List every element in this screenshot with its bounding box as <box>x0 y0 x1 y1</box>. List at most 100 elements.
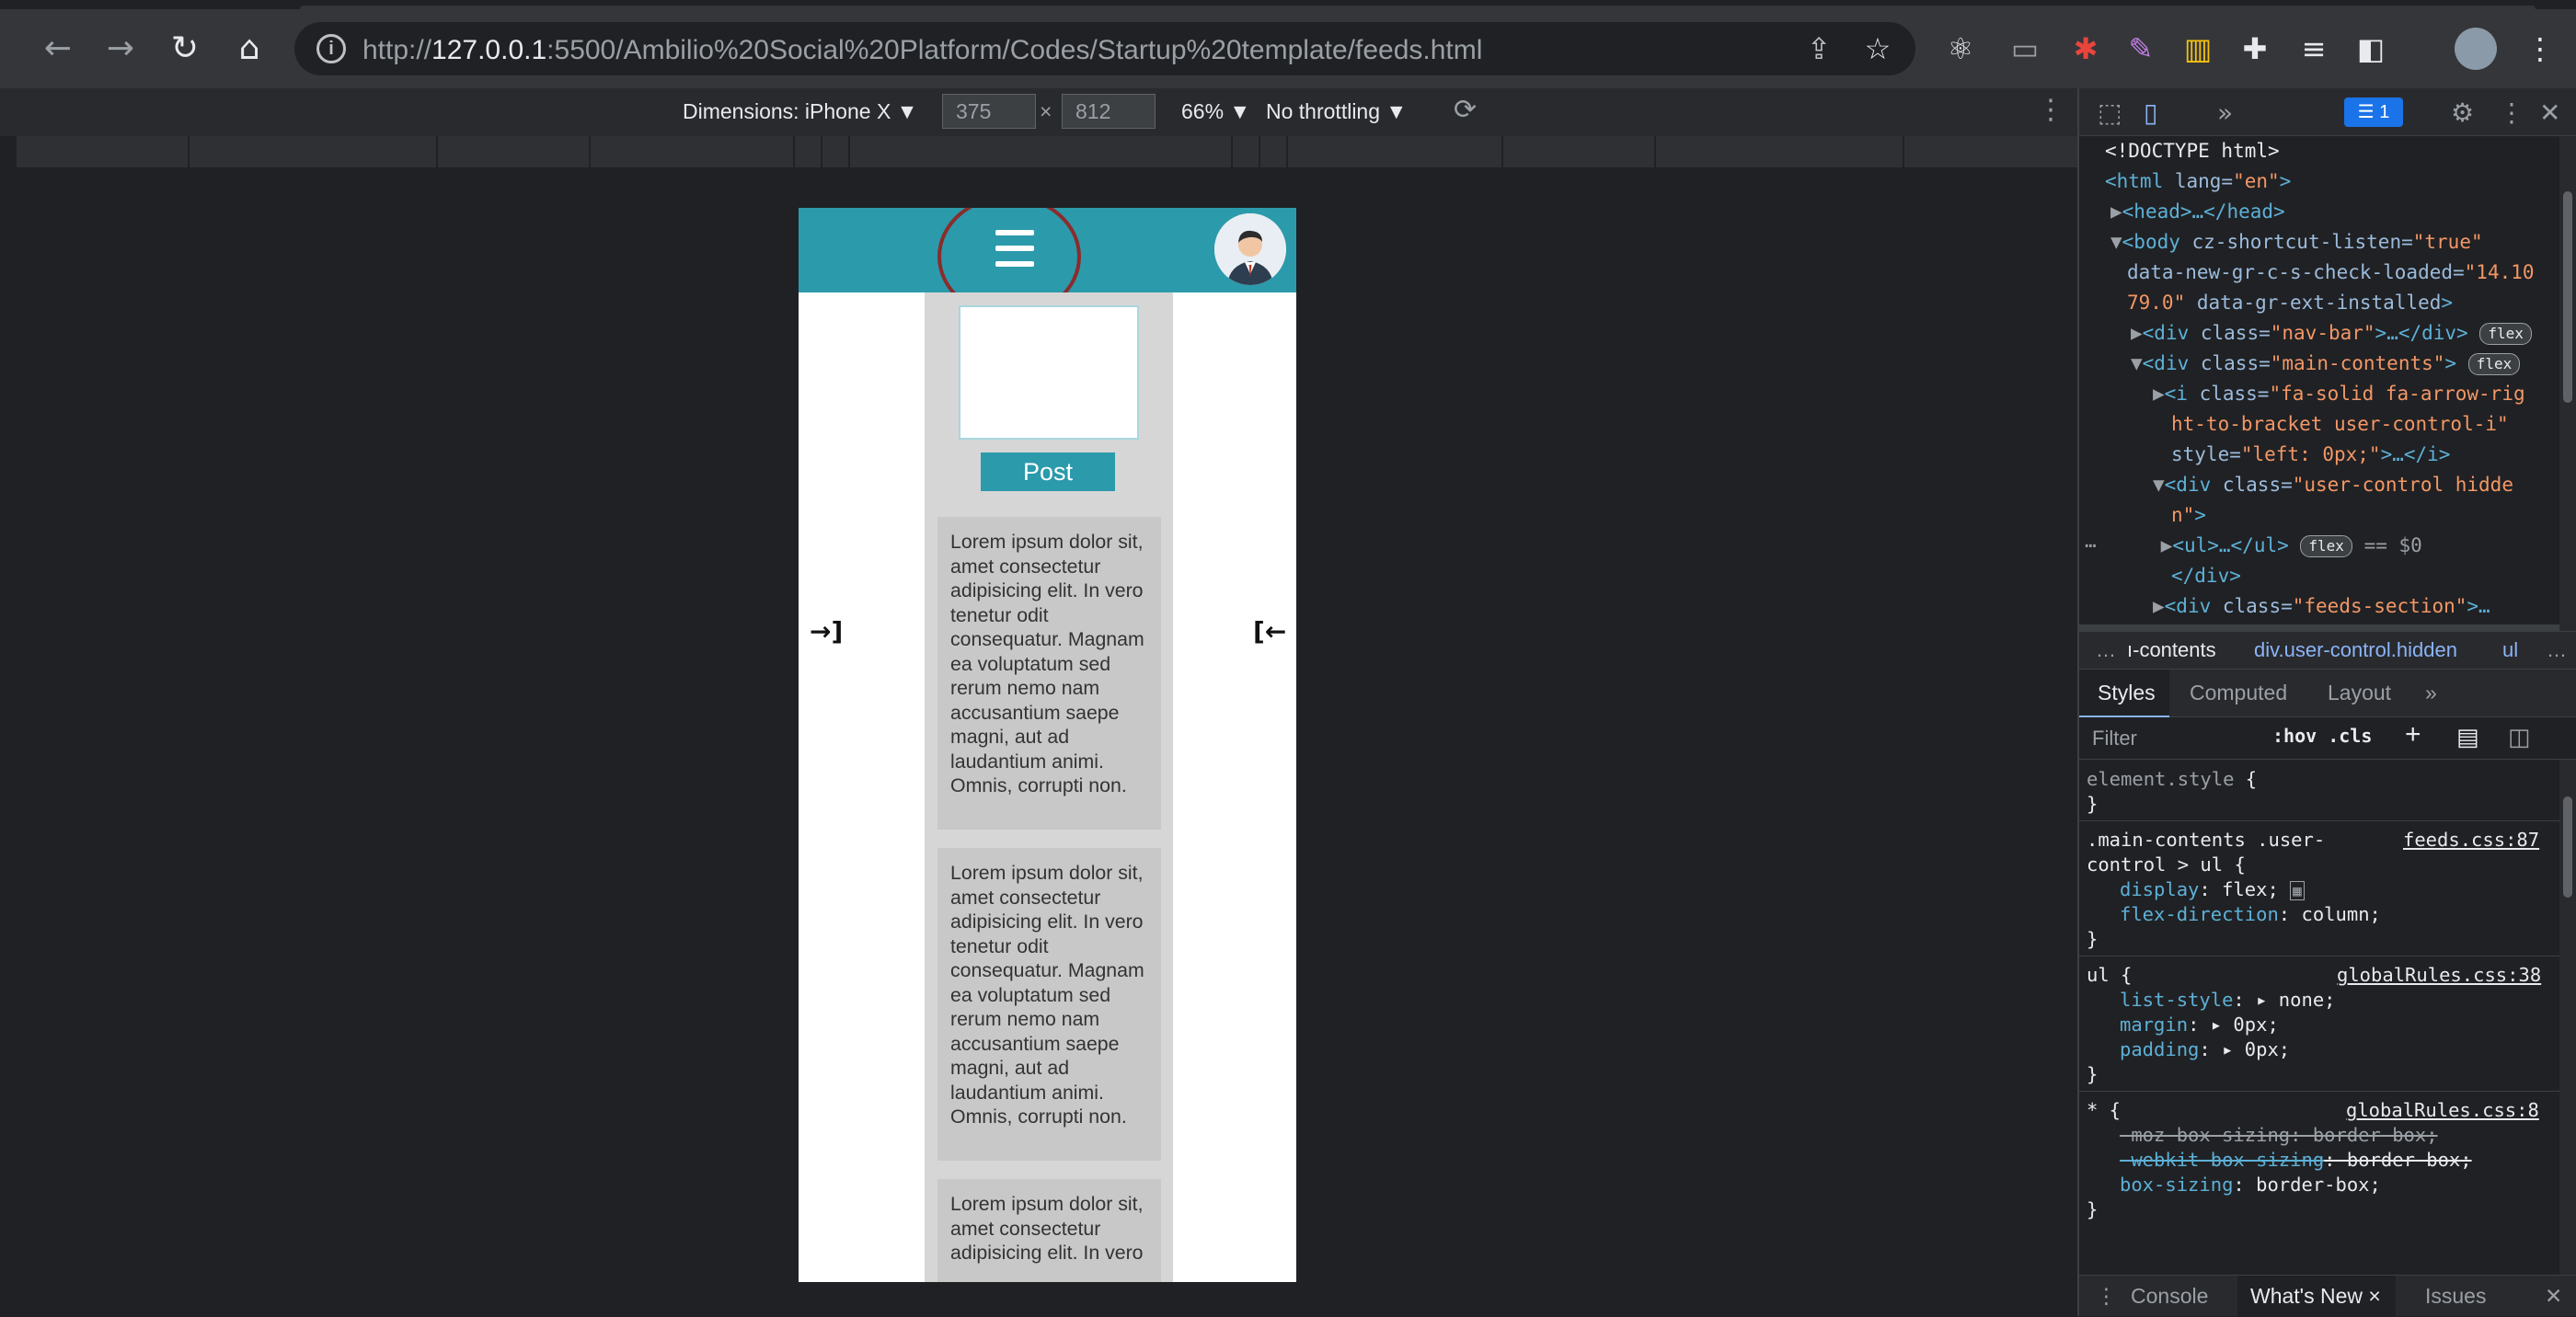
elements-dom-tree[interactable]: <!DOCTYPE html> <html lang="en"> ▶<head>… <box>2079 136 2559 631</box>
css-declaration[interactable]: display: flex; ▦ <box>2120 877 2305 903</box>
rule-source-link[interactable]: feeds.css:87 <box>2403 828 2539 853</box>
device-toolbar-menu-icon[interactable]: ⋮ <box>2037 94 2064 126</box>
arrow-right-to-bracket-icon[interactable]: →] <box>810 616 843 647</box>
dom-line[interactable]: </div> <box>2171 561 2241 591</box>
dom-line[interactable]: ▶<div class="feeds-section">… <box>2153 591 2490 622</box>
dom-line[interactable]: ht-to-bracket user-control-i" <box>2171 409 2509 440</box>
tab-styles[interactable]: Styles <box>2079 670 2169 717</box>
breadcrumb-more[interactable]: … <box>2547 632 2567 669</box>
share-icon[interactable]: ⇪ <box>1800 29 1838 68</box>
reload-icon[interactable]: ↻ <box>162 26 208 72</box>
drawer-menu-icon[interactable]: ⋮ <box>2096 1276 2117 1317</box>
url-text[interactable]: http://127.0.0.1:5500/Ambilio%20Social%2… <box>362 35 1482 66</box>
rule-selector[interactable]: control > ul { <box>2087 853 2246 877</box>
more-tabs-icon[interactable]: » <box>2217 97 2233 128</box>
toggle-sidebar-icon[interactable]: ◫ <box>2508 723 2531 751</box>
css-declaration[interactable]: box-sizing: border-box; <box>2120 1173 2381 1197</box>
device-width-input[interactable]: 375 <box>942 94 1036 129</box>
breadcrumb-item[interactable]: div.user-control.hidden <box>2254 632 2457 669</box>
address-bar[interactable]: i http://127.0.0.1:5500/Ambilio%20Social… <box>294 22 1915 75</box>
dom-line[interactable]: data-new-gr-c-s-check-loaded="14.10 <box>2127 258 2535 288</box>
chart-extension-icon[interactable]: ▥ <box>2179 29 2217 68</box>
side-panel-icon[interactable]: ◧ <box>2352 29 2390 68</box>
breadcrumb-item[interactable]: ul <box>2502 632 2518 669</box>
hov-cls-toggles[interactable]: :hov .cls <box>2272 725 2372 747</box>
device-height-input[interactable]: 812 <box>1062 94 1156 129</box>
post-compose-textarea[interactable] <box>959 305 1139 440</box>
dom-line[interactable]: ▶<div class="nav-bar">…</div> flex <box>2131 318 2532 349</box>
new-style-rule-icon[interactable]: + <box>2405 719 2421 750</box>
forward-icon[interactable]: → <box>98 26 144 72</box>
tab-issues[interactable]: Issues <box>2425 1276 2486 1317</box>
tab-computed[interactable]: Computed <box>2190 670 2287 717</box>
more-subtabs-icon[interactable]: » <box>2425 670 2437 717</box>
user-avatar[interactable] <box>1214 213 1286 285</box>
rule-source-link[interactable]: globalRules.css:38 <box>2337 963 2541 988</box>
close-devtools-icon[interactable]: ✕ <box>2539 97 2560 128</box>
css-declaration-overridden[interactable]: -webkit-box-sizing: border-box; <box>2120 1148 2472 1173</box>
browser-menu-icon[interactable]: ⋮ <box>2521 29 2559 68</box>
css-declaration-overridden[interactable]: -moz-box-sizing: border-box; <box>2120 1123 2438 1148</box>
css-declaration[interactable]: list-style: ▸ none; <box>2120 988 2336 1013</box>
rotate-icon[interactable]: ⟳ <box>1454 94 1477 126</box>
issues-badge[interactable]: ☰ 1 <box>2344 97 2403 127</box>
styles-scrollbar[interactable] <box>2559 760 2576 1275</box>
styles-filter-input[interactable]: Filter <box>2087 723 2248 754</box>
device-dimensions-select[interactable]: Dimensions: iPhone X ▼ <box>683 99 917 124</box>
dom-line[interactable]: <html lang="en"> <box>2105 166 2291 197</box>
dom-line[interactable]: ▼<div class="main-contents"> flex <box>2131 349 2521 379</box>
device-toolbar-toggle-icon[interactable]: ▯ <box>2144 97 2157 128</box>
css-declaration[interactable]: margin: ▸ 0px; <box>2120 1013 2279 1037</box>
pencil-extension-icon[interactable]: ✎ <box>2122 29 2160 68</box>
dom-line[interactable]: ▶<head>…</head> <box>2110 197 2285 227</box>
color-picker-icon[interactable]: ✱ <box>2066 29 2105 68</box>
element-style-rule[interactable]: element.style { <box>2087 767 2257 792</box>
breadcrumb-more[interactable]: … <box>2096 632 2116 669</box>
flexbox-editor-icon[interactable]: ▦ <box>2290 881 2305 900</box>
zoom-select[interactable]: 66% ▼ <box>1181 99 1250 124</box>
tab-layout[interactable]: Layout <box>2328 670 2391 717</box>
extension-sheet-icon[interactable]: ▭ <box>2006 29 2044 68</box>
flex-badge[interactable]: flex <box>2467 353 2521 375</box>
styles-pane[interactable]: element.style { } .main-contents .user- … <box>2079 760 2559 1275</box>
post-button[interactable]: Post <box>981 452 1115 491</box>
css-declaration[interactable]: flex-direction: column; <box>2120 902 2381 927</box>
extensions-puzzle-icon[interactable]: ✚ <box>2236 29 2274 68</box>
tab-whats-new[interactable]: What's New × <box>2237 1276 2396 1317</box>
css-declaration[interactable]: padding: ▸ 0px; <box>2120 1037 2290 1062</box>
arrow-left-from-bracket-icon[interactable]: [← <box>1253 616 1286 647</box>
rule-selector[interactable]: * { <box>2087 1098 2121 1123</box>
dom-line[interactable]: ▶<i class="fa-solid fa-arrow-rig <box>2153 379 2525 409</box>
profile-avatar-icon[interactable] <box>2455 28 2497 70</box>
rule-selector[interactable]: ul { <box>2087 963 2132 988</box>
dom-scrollbar[interactable] <box>2559 136 2576 631</box>
dom-line-selected[interactable]: ⋯ ▶<ul>…</ul> flex == $0 <box>2085 531 2422 561</box>
tab-console[interactable]: Console <box>2131 1276 2208 1317</box>
react-devtools-icon[interactable]: ⚛ <box>1941 29 1980 68</box>
close-drawer-icon[interactable]: ✕ <box>2545 1276 2562 1317</box>
home-icon[interactable]: ⌂ <box>226 26 272 72</box>
dom-line[interactable]: 79.0" data-gr-ext-installed> <box>2127 288 2453 318</box>
flex-badge[interactable]: flex <box>2479 323 2532 345</box>
paint-icon[interactable]: ▤ <box>2456 723 2479 751</box>
dom-line[interactable]: style="left: 0px;">…</i> <box>2171 440 2450 470</box>
inspect-element-icon[interactable]: ⬚ <box>2098 97 2122 128</box>
dom-line[interactable]: ▼<div class="user-control hidde <box>2153 470 2513 500</box>
rule-selector[interactable]: .main-contents .user- <box>2087 828 2325 853</box>
source-link[interactable]: feeds.css:87 <box>2403 829 2539 851</box>
dom-line[interactable]: ▼<body cz-shortcut-listen="true" <box>2110 227 2483 258</box>
throttling-select[interactable]: No throttling ▼ <box>1266 99 1407 124</box>
reading-list-icon[interactable]: ≡ <box>2294 29 2333 68</box>
dom-line[interactable]: n"> <box>2171 500 2206 531</box>
site-info-icon[interactable]: i <box>316 34 346 63</box>
back-icon[interactable]: ← <box>35 26 81 72</box>
media-query-ruler[interactable] <box>17 136 2077 167</box>
source-link[interactable]: globalRules.css:38 <box>2337 964 2541 986</box>
flex-badge[interactable]: flex <box>2300 535 2352 557</box>
dom-line[interactable]: <!DOCTYPE html> <box>2105 136 2280 166</box>
bookmark-star-icon[interactable]: ☆ <box>1858 29 1897 68</box>
breadcrumb-item[interactable]: ı-contents <box>2127 632 2216 669</box>
source-link[interactable]: globalRules.css:8 <box>2346 1099 2539 1121</box>
devtools-menu-icon[interactable]: ⋮ <box>2499 97 2524 128</box>
rule-source-link[interactable]: globalRules.css:8 <box>2346 1098 2539 1123</box>
